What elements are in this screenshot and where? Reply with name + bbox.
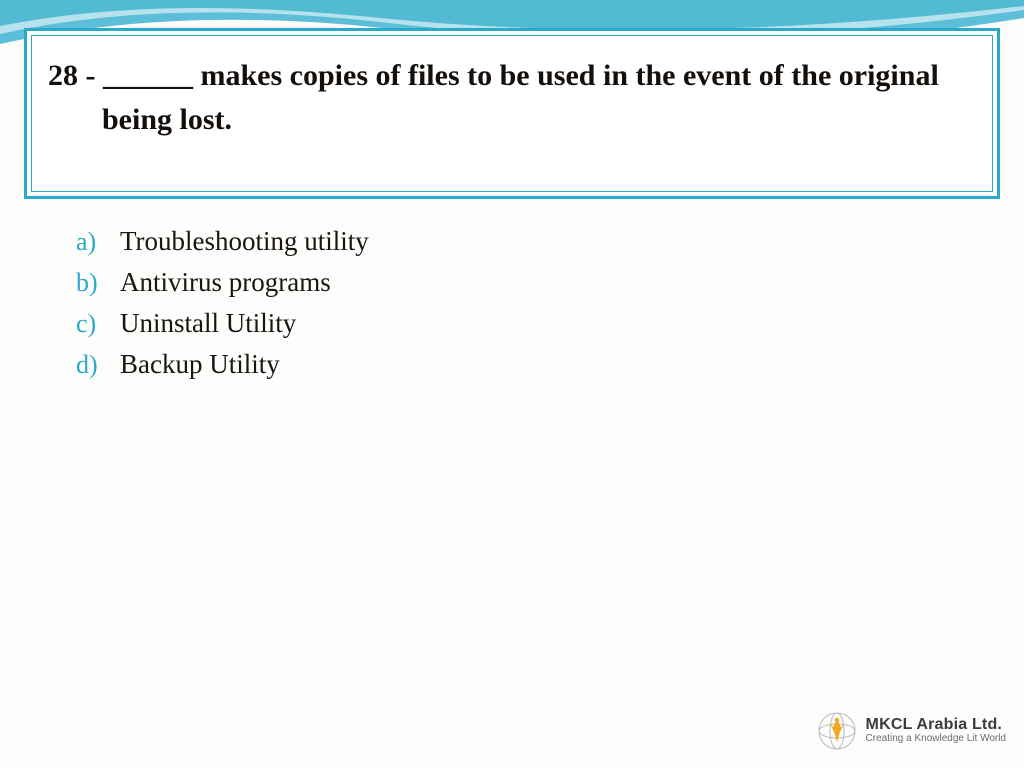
option-c: c) Uninstall Utility [76,308,369,339]
brand-tagline: Creating a Knowledge Lit World [866,734,1006,745]
option-a: a) Troubleshooting utility [76,226,369,257]
option-letter: d) [76,350,120,380]
brand-title: MKCL Arabia Ltd. [866,717,1006,734]
question-number: 28 - [48,59,96,92]
brand-logo: MKCL Arabia Ltd. Creating a Knowledge Li… [816,710,1006,752]
option-text: Uninstall Utility [120,308,296,339]
option-text: Troubleshooting utility [120,226,369,257]
logo-icon [816,710,858,752]
option-letter: b) [76,268,120,298]
question-text: ______ makes copies of files to be used … [102,59,939,136]
option-b: b) Antivirus programs [76,267,369,298]
option-text: Antivirus programs [120,267,331,298]
options-list: a) Troubleshooting utility b) Antivirus … [76,226,369,390]
option-d: d) Backup Utility [76,349,369,380]
option-text: Backup Utility [120,349,280,380]
option-letter: a) [76,227,120,257]
option-letter: c) [76,309,120,339]
question-container: 28 - ______ makes copies of files to be … [24,28,1000,199]
question-inner: 28 - ______ makes copies of files to be … [31,35,993,192]
